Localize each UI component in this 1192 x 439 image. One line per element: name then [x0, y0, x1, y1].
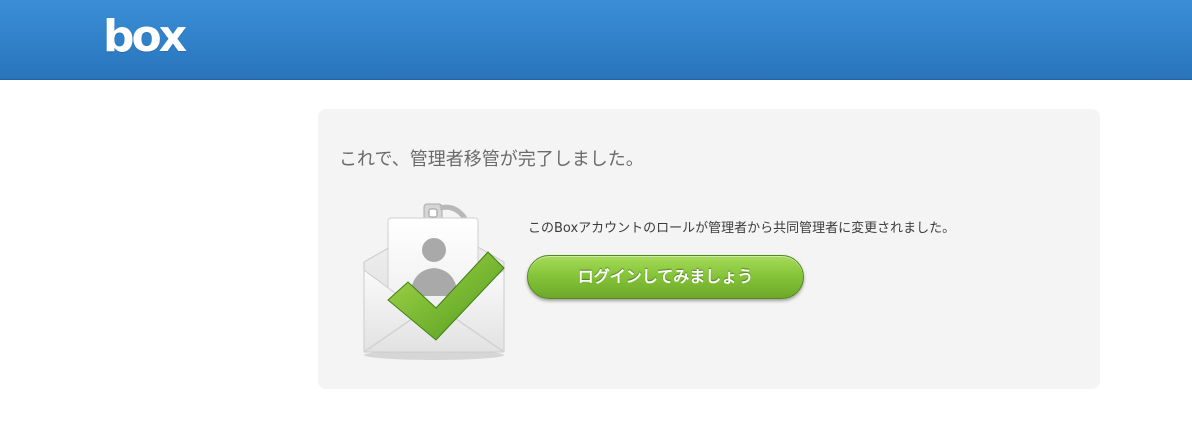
envelope-badge-checkmark-icon — [358, 200, 508, 362]
login-button[interactable]: ログインしてみましょう — [527, 255, 804, 299]
box-logo-text: box — [103, 11, 187, 62]
confirmation-panel: これで、管理者移管が完了しました。 このBoxアカウントのロールが管理者から共同… — [318, 109, 1100, 389]
top-header-bar: box — [0, 0, 1192, 80]
role-change-message: このBoxアカウントのロールが管理者から共同管理者に変更されました。 — [528, 221, 956, 236]
page-title: これで、管理者移管が完了しました。 — [339, 149, 644, 170]
box-logo[interactable]: box — [103, 11, 187, 63]
